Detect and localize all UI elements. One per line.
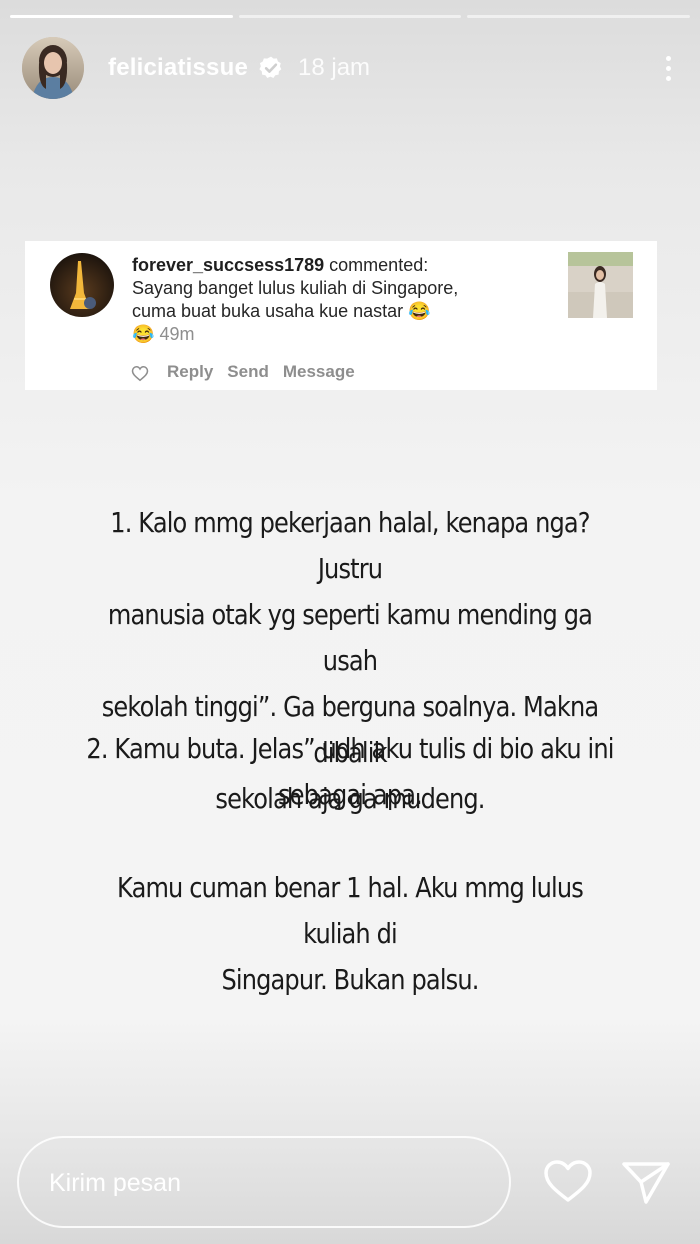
heart-outline-icon[interactable]: [542, 1158, 594, 1206]
heart-outline-icon[interactable]: [131, 365, 149, 382]
commenter-username[interactable]: forever_succsess1789: [132, 255, 324, 275]
send-button[interactable]: Send: [227, 362, 269, 382]
comment-line-1: Sayang banget lulus kuliah di Singapore,: [132, 278, 459, 298]
story-text-line: Kamu cuman benar 1 hal. Aku mmg lulus ku…: [117, 871, 584, 950]
laughing-emoji: 😂: [408, 301, 431, 321]
comment-text: forever_succsess1789 commented: Sayang b…: [132, 254, 492, 346]
laughing-emoji: 😂: [132, 324, 155, 344]
verified-badge-icon: [258, 55, 284, 81]
commenter-avatar: [50, 253, 114, 317]
story-text-line: 2. Kamu buta. Jelas” udh aku tulis di bi…: [86, 732, 614, 765]
message-button[interactable]: Message: [283, 362, 355, 382]
comment-sticker[interactable]: forever_succsess1789 commented: Sayang b…: [25, 241, 657, 390]
story-text-block-3: Kamu cuman benar 1 hal. Aku mmg lulus ku…: [83, 865, 616, 1003]
comment-actions: Reply Send Message: [167, 362, 355, 382]
story-progress-segment: [238, 15, 462, 18]
story-text-line: sebagai apa.: [278, 778, 423, 811]
more-options-icon[interactable]: [658, 48, 678, 88]
story-text-line: 1. Kalo mmg pekerjaan halal, kenapa nga?…: [110, 506, 590, 585]
username[interactable]: feliciatissue: [108, 54, 248, 82]
story-timestamp: 18 jam: [298, 54, 371, 81]
reply-input-container[interactable]: [17, 1136, 511, 1228]
story-text-line: manusia otak yg seperti kamu mending ga …: [107, 598, 593, 677]
comment-time: 49m: [159, 324, 195, 344]
send-paper-plane-icon[interactable]: [620, 1158, 672, 1206]
story-header: feliciatissue 18 jam: [22, 36, 678, 100]
profile-avatar[interactable]: [22, 37, 84, 99]
post-thumbnail[interactable]: [568, 252, 633, 318]
message-input[interactable]: [47, 1138, 491, 1228]
comment-action: commented:: [329, 255, 429, 275]
comment-line-2: cuma buat buka usaha kue nastar: [132, 301, 404, 321]
story-progress-bar: [10, 15, 691, 18]
reply-button[interactable]: Reply: [167, 362, 213, 382]
story-progress-segment: [10, 15, 233, 18]
story-progress-segment: [467, 15, 691, 18]
story-text-line: Singapur. Bukan palsu.: [221, 963, 479, 996]
story-text-block-2: 2. Kamu buta. Jelas” udh aku tulis di bi…: [83, 726, 616, 818]
